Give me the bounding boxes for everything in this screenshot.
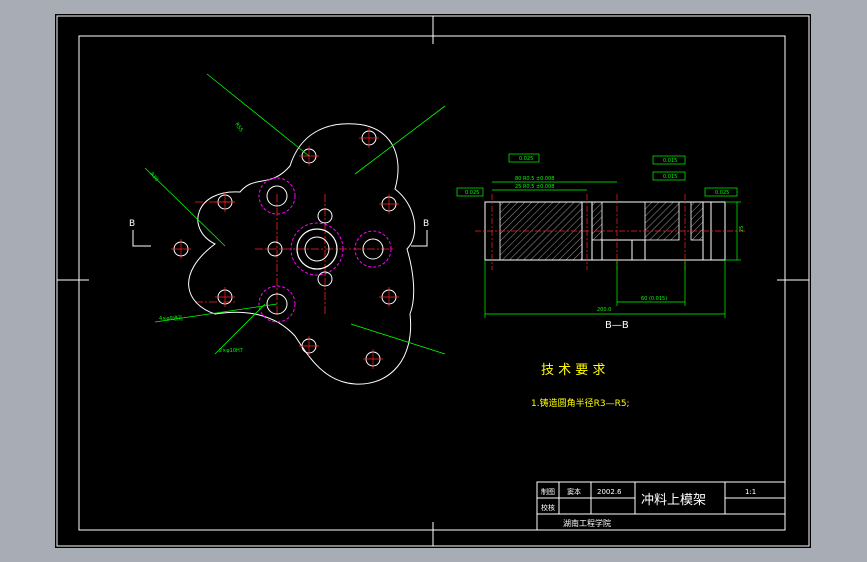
title-drawn-label: 制图 [541,487,555,496]
dim-height: 25 [739,226,745,232]
hatch-region-4 [690,201,704,241]
title-date: 2002.6 [597,488,622,496]
plan-dimension-leaders [144,73,446,355]
title-checked-label: 校核 [541,503,555,512]
title-school: 湖南工程学院 [563,518,611,528]
tol-frame-3: 0.015 [663,158,677,164]
inner-frame [78,35,786,531]
title-scale: 1:1 [745,488,756,496]
technical-requirements: 技 术 要 求 1.铸造圆角半径R3—R5; [531,363,630,409]
tol-frame-2: 0.025 [519,156,533,162]
leader-label-holes: 4×φ9通孔 [159,315,183,322]
dim-overall: 200.0 [597,307,611,313]
tech-req-item-1: 1.铸造圆角半径R3—R5; [531,397,630,409]
hatch-region-2 [591,201,603,241]
leader-label-r55: R55 [233,122,244,134]
tech-req-title: 技 术 要 求 [541,363,605,378]
dim-top-1: 25 R0.5 ±0.008 [515,184,554,190]
centering-marks [57,16,809,546]
bolt-hole-crosses [171,128,399,369]
section-view: 0.025 0.025 0.015 0.015 0.025 200.0 60 (… [456,153,745,331]
section-caption: B—B [605,320,629,331]
section-letter-left: B [129,219,135,229]
hatch-region-3 [644,201,680,241]
outer-frame [56,15,810,547]
leader-label-pins: 2×φ10H7 [219,348,243,354]
cad-drawing[interactable]: R55 R30 4×φ9通孔 2×φ10H7 B B 0.025 0.025 0… [55,14,811,548]
drawing-viewport[interactable]: R55 R30 4×φ9通孔 2×φ10H7 B B 0.025 0.025 0… [55,14,811,548]
dim-top-2: 80 R0.5 ±0.008 [515,176,554,182]
tol-frame-4: 0.015 [663,174,677,180]
plan-view: R55 R30 4×φ9通孔 2×φ10H7 B B [129,73,446,385]
tol-frame-5: 0.025 [715,190,729,196]
title-part-name: 冲料上模架 [641,493,706,508]
tol-frame-1: 0.025 [465,190,479,196]
section-letter-right: B [423,219,429,229]
dim-inner: 60 (0.015) [641,296,667,302]
title-drawn-name: 窦本 [567,487,581,496]
leader-label-r30: R30 [148,171,159,182]
